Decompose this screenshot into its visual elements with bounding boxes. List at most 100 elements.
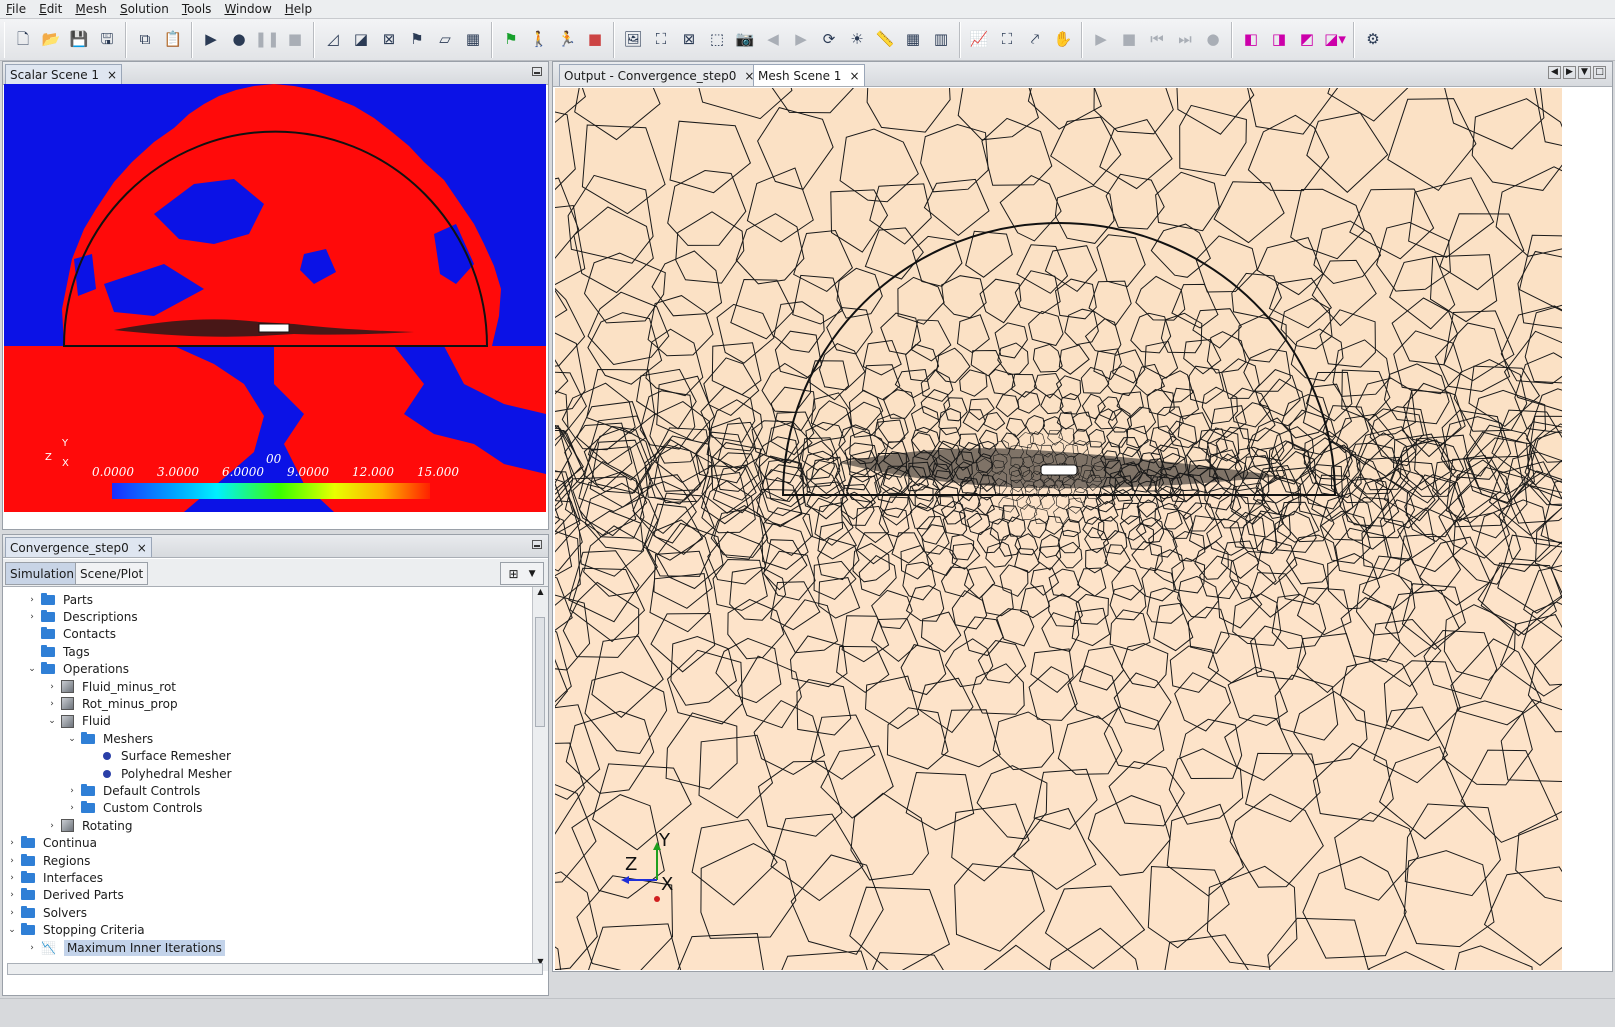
menu-edit[interactable]: Edit bbox=[33, 2, 69, 16]
initialize-flag-icon[interactable]: ⚑ bbox=[499, 28, 523, 52]
expand-toggle-icon[interactable]: › bbox=[7, 856, 17, 866]
tab-left-icon[interactable]: ◀ bbox=[1548, 66, 1561, 79]
anim-stop-icon[interactable]: ■ bbox=[1117, 28, 1141, 52]
tree-options-button[interactable]: ⊞ ▼ bbox=[500, 562, 544, 585]
tree-item[interactable]: Polyhedral Mesher bbox=[87, 765, 232, 782]
tree-item[interactable]: Tags bbox=[27, 643, 90, 660]
expand-toggle-icon[interactable]: › bbox=[7, 890, 17, 900]
gear-icon[interactable]: ⚙ bbox=[1361, 28, 1385, 52]
minimize-icon[interactable] bbox=[532, 67, 542, 76]
scroll-thumb[interactable] bbox=[535, 617, 545, 727]
menu-help[interactable]: Help bbox=[279, 2, 319, 16]
expand-toggle-icon[interactable]: ⌄ bbox=[27, 664, 37, 674]
expand-toggle-icon[interactable]: › bbox=[27, 943, 37, 953]
tab-scene-plot[interactable]: Scene/Plot bbox=[75, 562, 149, 585]
grid-mesh-icon[interactable]: ▦ bbox=[461, 28, 485, 52]
tab-right-icon[interactable]: ▶ bbox=[1563, 66, 1576, 79]
table-icon[interactable]: ▥ bbox=[929, 28, 953, 52]
menu-file[interactable]: File bbox=[0, 2, 33, 16]
tree-item[interactable]: › Rot_minus_prop bbox=[47, 695, 177, 712]
mesh-flag-icon[interactable]: ⚑ bbox=[405, 28, 429, 52]
tree-item[interactable]: › Fluid_minus_rot bbox=[47, 678, 176, 695]
tree-item[interactable]: › Interfaces bbox=[7, 869, 103, 886]
anim-record-icon[interactable]: ● bbox=[1201, 28, 1225, 52]
expand-toggle-icon[interactable]: › bbox=[7, 873, 17, 883]
expand-toggle-icon[interactable]: › bbox=[7, 838, 17, 848]
light-icon[interactable]: ☀ bbox=[845, 28, 869, 52]
back-arrow-icon[interactable]: ◀ bbox=[761, 28, 785, 52]
minimize-icon[interactable] bbox=[532, 540, 542, 549]
generate-mesh-icon[interactable]: ◿ bbox=[321, 28, 345, 52]
expand-toggle-icon[interactable]: › bbox=[67, 786, 77, 796]
tree-item[interactable]: ⌄ Meshers bbox=[67, 730, 153, 747]
paste-icon[interactable]: 📋 bbox=[161, 28, 185, 52]
expand-toggle-icon[interactable]: ⌄ bbox=[47, 716, 57, 726]
tree-item[interactable]: ⌄ Fluid bbox=[47, 713, 111, 730]
ruler-icon[interactable]: 📏 bbox=[873, 28, 897, 52]
tree-item[interactable]: › Regions bbox=[7, 852, 90, 869]
mesh-scene-viewport[interactable]: Y Z X bbox=[555, 88, 1562, 970]
tree-item[interactable]: › Solvers bbox=[7, 904, 87, 921]
menu-tools[interactable]: Tools bbox=[176, 2, 219, 16]
expand-icon[interactable]: ⛶ bbox=[995, 28, 1019, 52]
fit-view-icon[interactable]: ⛶ bbox=[649, 28, 673, 52]
run-icon[interactable]: 🏃 bbox=[555, 28, 579, 52]
anim-play-icon[interactable]: ▶ bbox=[1089, 28, 1113, 52]
tree-item[interactable]: › 📉 Maximum Inner Iterations bbox=[27, 939, 225, 956]
step-icon[interactable]: 🚶 bbox=[527, 28, 551, 52]
expand-toggle-icon[interactable]: › bbox=[27, 595, 37, 605]
tree-item[interactable]: › Parts bbox=[27, 591, 93, 608]
new-file-icon[interactable]: 🗋 bbox=[11, 28, 35, 52]
expand-toggle-icon[interactable]: › bbox=[7, 908, 17, 918]
pause-macro-icon[interactable]: ❚❚ bbox=[254, 28, 279, 52]
expand-toggle-icon[interactable]: ⌄ bbox=[67, 734, 77, 744]
anim-step-forward-icon[interactable]: ⏭ bbox=[1173, 28, 1197, 52]
tree-vertical-scrollbar[interactable]: ▲ ▼ bbox=[532, 587, 548, 971]
stop-macro-icon[interactable]: ■ bbox=[283, 28, 307, 52]
tree-item[interactable]: Contacts bbox=[27, 626, 116, 643]
close-icon[interactable]: × bbox=[849, 69, 859, 83]
tab-simulation[interactable]: Simulation bbox=[5, 562, 79, 585]
expand-toggle-icon[interactable]: › bbox=[27, 612, 37, 622]
stop-run-icon[interactable]: ■ bbox=[583, 28, 607, 52]
menu-mesh[interactable]: Mesh bbox=[69, 2, 114, 16]
menu-window[interactable]: Window bbox=[218, 2, 278, 16]
tree-item[interactable]: › Descriptions bbox=[27, 608, 138, 625]
tree-item[interactable]: › Custom Controls bbox=[67, 800, 202, 817]
tab-output-convergence[interactable]: Output - Convergence_step0 × bbox=[559, 64, 760, 86]
tab-scalar-scene-1[interactable]: Scalar Scene 1 × bbox=[5, 64, 123, 84]
save-icon[interactable]: 💾 bbox=[67, 28, 91, 52]
tree-item[interactable]: Surface Remesher bbox=[87, 748, 231, 765]
anim-step-back-icon[interactable]: ⏮ bbox=[1145, 28, 1169, 52]
expand-toggle-icon[interactable]: › bbox=[47, 699, 57, 709]
display-mode-3-icon[interactable]: ◩ bbox=[1295, 28, 1319, 52]
scalar-scene-viewport[interactable]: Y Z X 00 0.0000 3.0000 6.0000 9.0000 12.… bbox=[4, 84, 546, 512]
scroll-up-icon[interactable]: ▲ bbox=[533, 587, 548, 601]
tab-mesh-scene-1[interactable]: Mesh Scene 1 × bbox=[753, 64, 865, 86]
hand-icon[interactable]: ✋ bbox=[1051, 28, 1075, 52]
tree-item[interactable]: ⌄ Operations bbox=[27, 661, 129, 678]
close-icon[interactable]: × bbox=[137, 541, 147, 555]
display-mode-1-icon[interactable]: ◧ bbox=[1239, 28, 1263, 52]
tree-item[interactable]: › Derived Parts bbox=[7, 887, 124, 904]
camera-icon[interactable]: 📷 bbox=[733, 28, 757, 52]
tab-list-icon[interactable]: ▼ bbox=[1578, 66, 1591, 79]
close-icon[interactable]: × bbox=[107, 68, 117, 82]
clear-mesh-icon[interactable]: ⊠ bbox=[377, 28, 401, 52]
select-icon[interactable]: ⬚ bbox=[705, 28, 729, 52]
expand-toggle-icon[interactable]: › bbox=[47, 821, 57, 831]
tree-item[interactable]: ⌄ Stopping Criteria bbox=[7, 922, 145, 939]
expand-toggle-icon[interactable]: ⌄ bbox=[7, 925, 17, 935]
save-as-icon[interactable]: 🖫 bbox=[95, 28, 119, 52]
forward-arrow-icon[interactable]: ▶ bbox=[789, 28, 813, 52]
rotate-icon[interactable]: ⟳ bbox=[817, 28, 841, 52]
surface-mesh-icon[interactable]: ◪ bbox=[349, 28, 373, 52]
grid-icon[interactable]: ▦ bbox=[901, 28, 925, 52]
tree-item[interactable]: › Default Controls bbox=[67, 782, 200, 799]
volume-mesh-icon[interactable]: ▱ bbox=[433, 28, 457, 52]
copy-icon[interactable]: ⧉ bbox=[133, 28, 157, 52]
plot-icon[interactable]: 📈 bbox=[967, 28, 991, 52]
display-mode-2-icon[interactable]: ◨ bbox=[1267, 28, 1291, 52]
expand-toggle-icon[interactable]: › bbox=[67, 803, 77, 813]
scene-icon[interactable]: 🖼 bbox=[621, 28, 645, 52]
